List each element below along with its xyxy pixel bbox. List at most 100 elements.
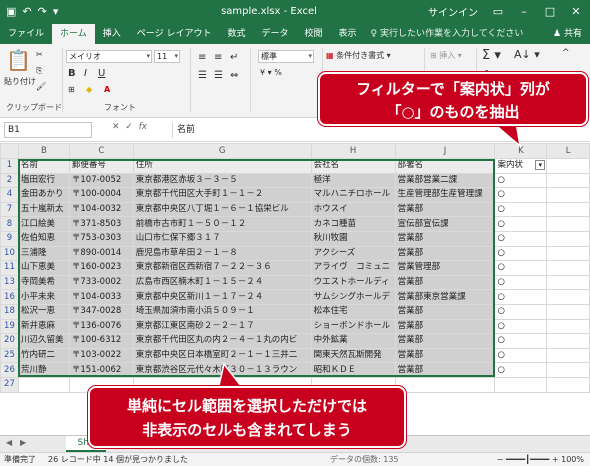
border-icon[interactable]: ⊞: [68, 85, 75, 94]
align-middle-icon[interactable]: ≡: [214, 52, 222, 63]
row-header[interactable]: 2: [0, 172, 19, 189]
cell[interactable]: [546, 187, 590, 203]
cell[interactable]: 佐伯知恵: [17, 230, 70, 247]
bold-icon[interactable]: B: [68, 68, 76, 79]
row-header[interactable]: 19: [0, 318, 19, 335]
cell[interactable]: 郵便番号: [68, 158, 134, 174]
row-header[interactable]: 26: [0, 362, 19, 378]
cell[interactable]: 〒136-0076: [68, 318, 134, 335]
cell[interactable]: 五十嵐新太: [17, 201, 70, 218]
wrap-text-icon[interactable]: ↵: [230, 52, 238, 63]
redo-icon[interactable]: ↷: [38, 5, 47, 18]
tell-me-box[interactable]: ♀ 実行したい作業を入力してください: [371, 24, 524, 44]
cell[interactable]: 昭和ＫＤＥ: [310, 362, 396, 378]
insert-cells-button[interactable]: ⊞ 挿入 ▾: [430, 50, 462, 61]
cell[interactable]: 営業部: [394, 245, 496, 262]
cell[interactable]: 〒347-0028: [68, 303, 134, 320]
cell[interactable]: ○: [494, 216, 548, 232]
align-top-icon[interactable]: ≡: [198, 52, 206, 63]
tab-formulas[interactable]: 数式: [219, 24, 253, 44]
name-box[interactable]: B1: [4, 122, 92, 138]
cell[interactable]: [546, 158, 590, 174]
save-icon[interactable]: ▣: [6, 5, 16, 18]
cell[interactable]: ○: [494, 172, 548, 189]
cell[interactable]: 竹内研二: [17, 347, 70, 364]
cell[interactable]: 〒104-0032: [68, 201, 134, 218]
tab-file[interactable]: ファイル: [0, 24, 52, 44]
cell[interactable]: [494, 376, 548, 393]
cell[interactable]: 中外鉱業: [310, 333, 396, 349]
cell[interactable]: 広島市西区楠木町１－１５－２４: [132, 274, 312, 291]
cell[interactable]: [546, 274, 590, 291]
cell[interactable]: [17, 376, 70, 393]
cell[interactable]: 住所: [132, 158, 312, 174]
cell[interactable]: 東京都江東区南砂２－２－１７: [132, 318, 312, 335]
cell[interactable]: 〒100-0004: [68, 187, 134, 203]
paste-icon[interactable]: 📋: [6, 48, 31, 72]
cell[interactable]: [546, 260, 590, 276]
cell[interactable]: 金田あかり: [17, 187, 70, 203]
cell[interactable]: [546, 201, 590, 218]
cell[interactable]: [546, 347, 590, 364]
tab-review[interactable]: 校閲: [296, 24, 330, 44]
cell[interactable]: [546, 318, 590, 335]
cell[interactable]: 東京都千代田区丸の内２－４－１丸の内ビ: [132, 333, 312, 349]
cell[interactable]: ○: [494, 274, 548, 291]
cell[interactable]: 東京都中央区八丁堀１－６－１協栄ビル: [132, 201, 312, 218]
tab-data[interactable]: データ: [253, 24, 296, 44]
cell[interactable]: 〒753-0303: [68, 230, 134, 247]
cell[interactable]: 秋川牧園: [310, 230, 396, 247]
column-header[interactable]: B: [17, 143, 70, 159]
cell[interactable]: ホウスイ: [310, 201, 396, 218]
cell[interactable]: [546, 245, 590, 262]
column-header[interactable]: H: [310, 143, 396, 159]
cell[interactable]: ○: [494, 289, 548, 305]
tab-page-layout[interactable]: ページ レイアウト: [129, 24, 220, 44]
ribbon-display-icon[interactable]: ▭: [492, 5, 504, 18]
cell[interactable]: 東京都新宿区西新宿７－２２－３６: [132, 260, 312, 276]
cell[interactable]: [546, 376, 590, 393]
cell[interactable]: 会社名: [310, 158, 396, 174]
cell[interactable]: 〒100-6312: [68, 333, 134, 349]
paste-button[interactable]: 貼り付け: [4, 76, 36, 87]
font-name-select[interactable]: メイリオ ▾: [66, 50, 152, 63]
row-header[interactable]: 13: [0, 274, 19, 291]
cell[interactable]: 新井恵麻: [17, 318, 70, 335]
sheet-nav-right-icon[interactable]: ▶: [20, 438, 26, 447]
row-header[interactable]: 9: [0, 230, 19, 247]
cell[interactable]: 前橋市古市町１－５０－１２: [132, 216, 312, 232]
cell[interactable]: 部署名: [394, 158, 496, 174]
enter-icon[interactable]: ✓: [125, 122, 133, 132]
tab-insert[interactable]: 挿入: [95, 24, 129, 44]
cell[interactable]: サムシングホールデ: [310, 289, 396, 305]
cell[interactable]: 塩田宏行: [17, 172, 70, 189]
cell[interactable]: 営業管理部: [394, 260, 496, 276]
row-header[interactable]: 8: [0, 216, 19, 232]
collapse-ribbon-icon[interactable]: ^: [562, 48, 570, 58]
cell[interactable]: ○: [494, 318, 548, 335]
cell[interactable]: ○: [494, 347, 548, 364]
column-header[interactable]: G: [132, 143, 312, 159]
cell[interactable]: 山口市仁保下郷３１７: [132, 230, 312, 247]
cell[interactable]: アライヴ コミュニ: [310, 260, 396, 276]
cell[interactable]: 松本住宅: [310, 303, 396, 320]
row-header[interactable]: 27: [0, 376, 19, 393]
row-header[interactable]: 1: [0, 158, 19, 174]
cell[interactable]: 〒103-0022: [68, 347, 134, 364]
cell[interactable]: [546, 172, 590, 189]
cell[interactable]: 営業部: [394, 230, 496, 247]
cell[interactable]: ウエストホールディ: [310, 274, 396, 291]
row-header[interactable]: 18: [0, 303, 19, 320]
cell[interactable]: 東京都千代田区大手町１－１－２: [132, 187, 312, 203]
cell[interactable]: ○: [494, 303, 548, 320]
cell[interactable]: 名前: [17, 158, 70, 174]
row-header[interactable]: 25: [0, 347, 19, 364]
number-format-select[interactable]: 標準 ▾: [258, 50, 314, 63]
cell[interactable]: 営業部: [394, 303, 496, 320]
zoom-control[interactable]: − ━━━━┃━━━━ + 100%: [497, 453, 584, 466]
cell[interactable]: 〒104-0033: [68, 289, 134, 305]
copy-icon[interactable]: ⎘: [36, 66, 42, 76]
cell[interactable]: 営業部: [394, 333, 496, 349]
minimize-icon[interactable]: –: [518, 5, 530, 18]
cell[interactable]: ○: [494, 362, 548, 378]
